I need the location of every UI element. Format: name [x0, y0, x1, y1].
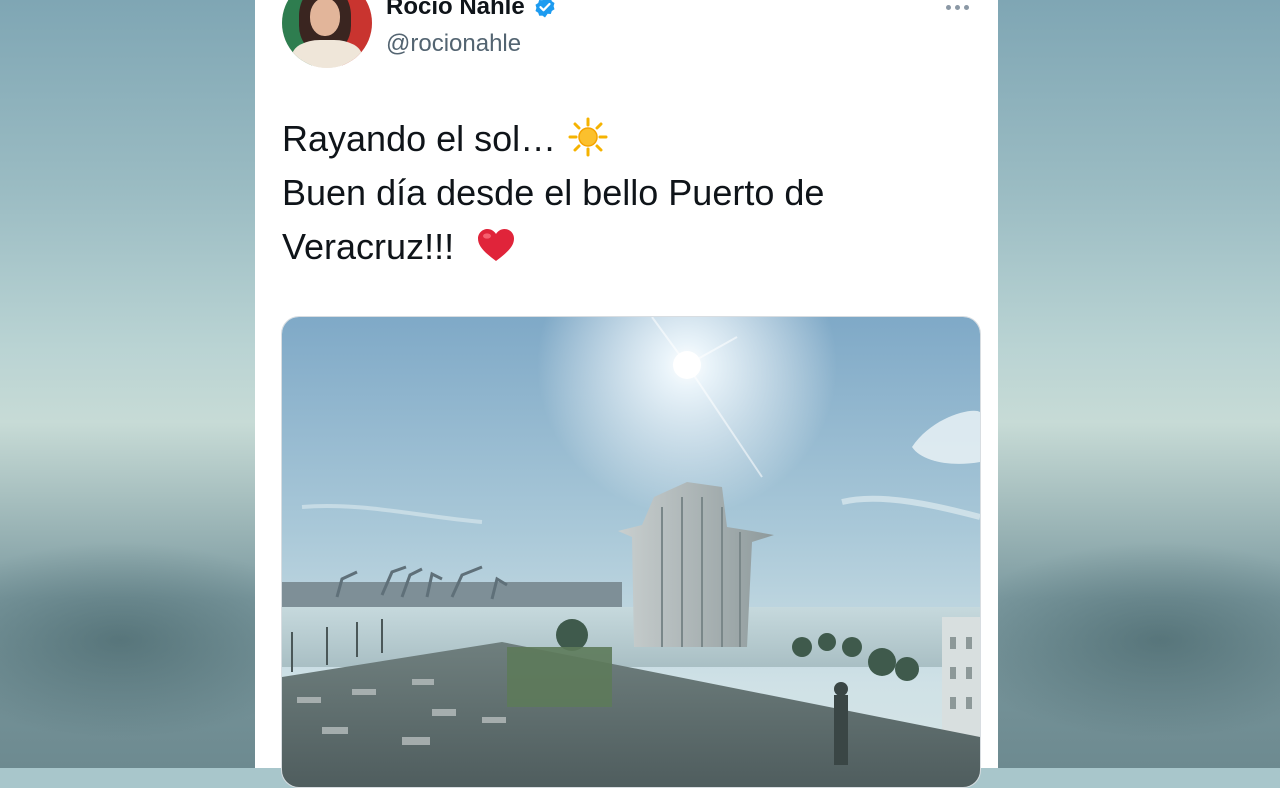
dot: [964, 4, 969, 10]
author-name-row[interactable]: Rocío Nahle: [386, 0, 557, 22]
avatar-face: [310, 0, 340, 36]
author-avatar[interactable]: [282, 0, 372, 68]
tweet-text-line-2: Buen día desde el bello Puerto de: [282, 172, 825, 213]
avatar-body: [292, 40, 362, 68]
sun-emoji-icon: [568, 117, 608, 157]
verified-badge-icon: [533, 0, 557, 19]
tweet-text: Rayando el sol… Buen día desde el bello …: [282, 112, 972, 274]
tweet-text-line-3-text: Veracruz!!!: [282, 226, 455, 267]
tweet-text-line-1-text: Rayando el sol…: [282, 118, 557, 159]
more-dots-icon[interactable]: [946, 0, 978, 14]
dot: [946, 4, 951, 10]
veracruz-port-photo: [282, 317, 980, 787]
tweet-photo[interactable]: [281, 316, 981, 788]
red-heart-emoji-icon: [478, 229, 515, 262]
author-display-name[interactable]: Rocío Nahle: [386, 0, 525, 21]
tweet-text-line-3: Veracruz!!!: [282, 220, 972, 274]
dot: [955, 4, 960, 10]
author-handle[interactable]: @rocionahle: [386, 30, 521, 58]
tweet-text-line-1: Rayando el sol…: [282, 112, 972, 166]
